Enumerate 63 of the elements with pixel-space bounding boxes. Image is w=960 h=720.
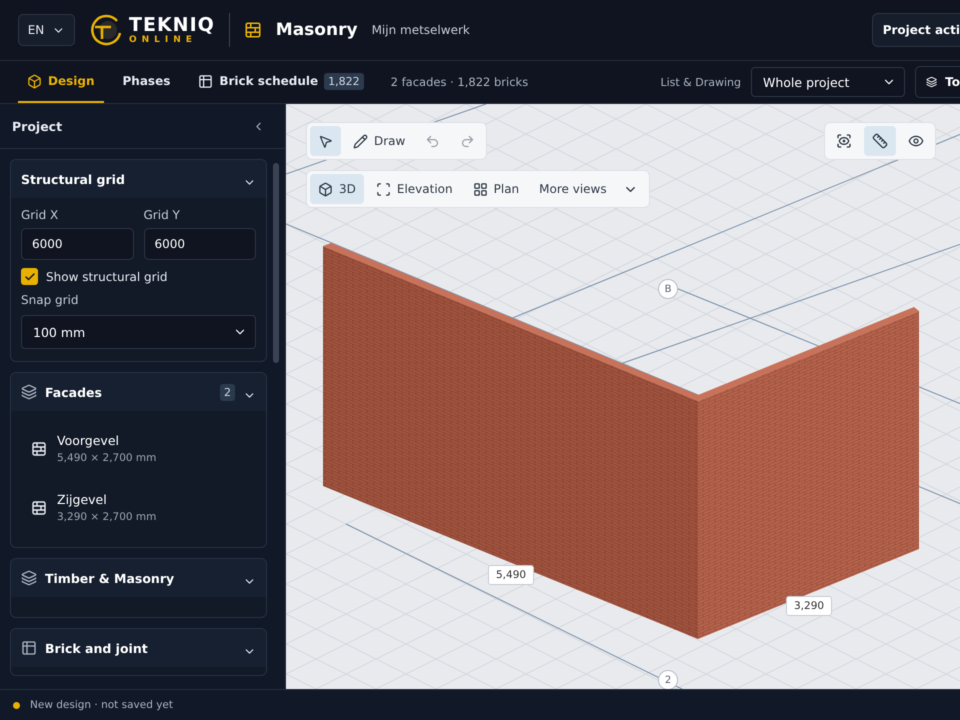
nav-tab[interactable]: Phases xyxy=(114,61,180,103)
view-tab[interactable]: More views xyxy=(531,174,646,204)
facade-item[interactable]: Zijgevel 3,290 × 2,700 mm xyxy=(21,482,256,533)
layers-icon xyxy=(21,384,37,400)
layers-icon xyxy=(21,570,37,586)
dimension-label: 5,490 xyxy=(488,565,534,585)
pointer-icon xyxy=(318,134,333,148)
field-label: Snap grid xyxy=(21,293,80,307)
section-title: Structural grid xyxy=(21,172,126,186)
dimension-label: 3,290 xyxy=(786,596,832,616)
frame-icon xyxy=(376,182,391,196)
section-header[interactable]: Facades 2 xyxy=(11,373,266,411)
scope-select[interactable]: Whole project xyxy=(751,67,905,97)
redo-icon xyxy=(460,134,476,148)
view-tab[interactable]: Elevation xyxy=(368,174,461,204)
count-badge: 2 xyxy=(220,384,235,400)
count-badge: 1,822 xyxy=(324,72,364,90)
layers-icon xyxy=(926,74,938,90)
check-icon xyxy=(24,270,36,282)
eye-icon xyxy=(908,133,924,149)
pencil-icon xyxy=(353,134,368,148)
nav-tab[interactable]: Brick schedule 1,822 xyxy=(189,61,373,103)
scrollbar-thumb[interactable] xyxy=(273,163,279,363)
ruler-icon xyxy=(872,133,888,149)
number-field[interactable]: 6000 xyxy=(21,228,134,260)
scope-label: List & Drawing xyxy=(660,76,741,88)
section-title: Facades xyxy=(45,384,103,400)
view-tab[interactable]: 3D xyxy=(310,174,364,204)
view-tool-button[interactable] xyxy=(864,126,896,156)
tool-button[interactable] xyxy=(310,126,341,156)
cube-icon xyxy=(27,74,42,88)
section-header[interactable]: Structural grid xyxy=(11,160,266,198)
field-label: Grid Y xyxy=(144,208,181,222)
project-name: Mijn metselwerk xyxy=(372,23,470,37)
brick-wall-icon xyxy=(244,21,262,39)
facade-item[interactable]: Voorgevel 5,490 × 2,700 mm xyxy=(21,423,256,474)
project-summary: 2 facades · 1,822 bricks xyxy=(390,75,528,89)
app-title: Masonry xyxy=(276,20,358,40)
checkbox-label: Show structural grid xyxy=(46,270,168,284)
section-title: Timber & Masonry xyxy=(45,570,176,586)
checkbox[interactable] xyxy=(21,268,38,285)
language-select[interactable]: EN xyxy=(18,14,75,46)
section-header[interactable]: Timber & Masonry xyxy=(11,559,266,597)
view-tab[interactable]: Plan xyxy=(464,174,528,204)
table-icon xyxy=(198,74,214,88)
section-header[interactable]: Brick and joint xyxy=(11,629,266,667)
snap-select[interactable]: 100 mm xyxy=(21,315,256,349)
project-actions-button[interactable]: Project acti xyxy=(872,13,960,47)
undo-icon xyxy=(425,134,440,148)
tools-button[interactable]: To xyxy=(915,66,960,98)
logo-text: TEKNIQ xyxy=(129,15,215,35)
sidebar-title: Project xyxy=(12,118,62,134)
cube-icon xyxy=(318,182,333,196)
logo-subtext: ONLINE xyxy=(129,35,198,45)
field-label: Grid X xyxy=(21,208,60,222)
3d-viewport[interactable]: Draw 3D Elevation Plan More views B 2 5,490 3,290 xyxy=(286,104,960,689)
section-title: Brick and joint xyxy=(45,640,149,656)
status-text: New design · not saved yet xyxy=(30,699,173,711)
tool-button[interactable]: Draw xyxy=(345,126,414,156)
focus-icon xyxy=(836,133,852,149)
logo-icon xyxy=(89,13,123,47)
grid-icon xyxy=(472,182,488,196)
number-field[interactable]: 6000 xyxy=(144,228,256,260)
